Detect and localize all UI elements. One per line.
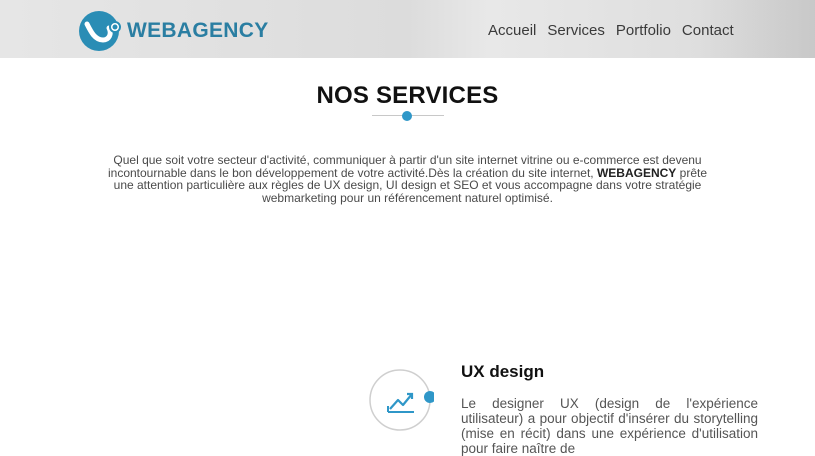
site-header: WEBAGENCY Accueil Services Portfolio Con… bbox=[0, 0, 815, 58]
divider-dot bbox=[402, 111, 412, 121]
trend-chart-icon bbox=[368, 368, 436, 434]
service-description: Le designer UX (design de l'expérience u… bbox=[461, 396, 758, 456]
service-title: UX design bbox=[461, 362, 545, 381]
nav-portfolio[interactable]: Portfolio bbox=[616, 22, 671, 39]
section-intro: Quel que soit votre secteur d'activité, … bbox=[98, 154, 717, 204]
site-logo[interactable]: WEBAGENCY bbox=[79, 10, 269, 52]
webagency-logo-icon bbox=[79, 10, 123, 52]
main-nav: Accueil Services Portfolio Contact bbox=[488, 22, 745, 39]
nav-accueil[interactable]: Accueil bbox=[488, 22, 536, 39]
section-title: NOS SERVICES bbox=[316, 82, 499, 109]
nav-services[interactable]: Services bbox=[547, 22, 605, 39]
title-divider bbox=[372, 110, 444, 122]
logo-text: WEBAGENCY bbox=[127, 19, 269, 42]
nav-contact[interactable]: Contact bbox=[682, 22, 734, 39]
